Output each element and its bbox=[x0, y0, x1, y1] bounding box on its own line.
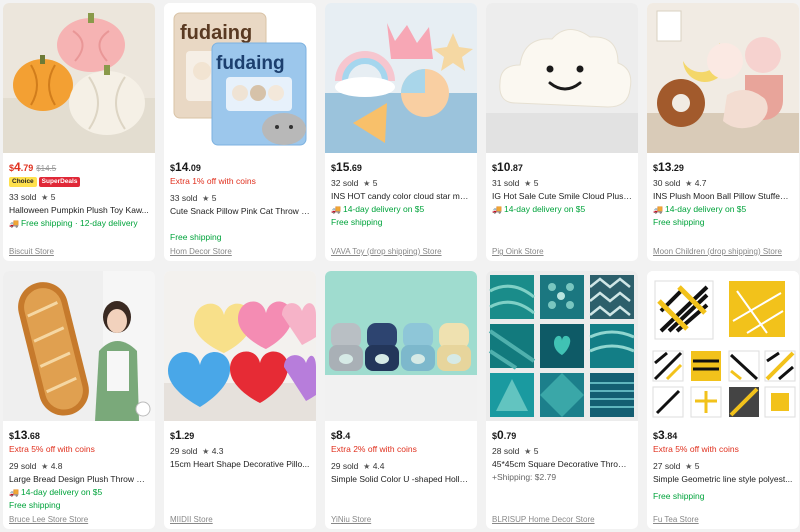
sold-rating: 32 sold ★ 5 bbox=[331, 178, 378, 188]
product-card[interactable]: $4.79 $14.5 Choice SuperDeals 33 sold ★ 5 … bbox=[3, 3, 155, 261]
coins-promo: Extra 1% off with coins bbox=[170, 176, 256, 186]
sold-rating: 27 sold ★ 5 bbox=[653, 461, 700, 471]
svg-text:fudaing: fudaing bbox=[180, 22, 252, 44]
product-title[interactable]: IG Hot Sale Cute Smile Cloud Plush ... bbox=[492, 190, 632, 203]
product-image[interactable] bbox=[325, 3, 477, 153]
shipping-info: 🚚 14-day delivery on $5 bbox=[653, 204, 747, 214]
star-icon: ★ bbox=[685, 179, 693, 188]
shipping-info: 🚚 14-day delivery on $5 bbox=[492, 204, 586, 214]
product-title[interactable]: 15cm Heart Shape Decorative Pillo... bbox=[170, 458, 310, 471]
price: $10.87 bbox=[492, 160, 523, 174]
product-card[interactable]: $3.84 Extra 5% off with coins 27 sold ★ … bbox=[647, 271, 799, 529]
product-title[interactable]: Halloween Pumpkin Plush Toy Kaw... bbox=[9, 204, 149, 217]
sold-rating: 30 sold ★ 4.7 bbox=[653, 178, 707, 188]
price: $4.79 $14.5 bbox=[9, 160, 57, 174]
price: $15.69 bbox=[331, 160, 362, 174]
product-card[interactable]: $1.29 29 sold ★ 4.3 15cm Heart Shape Dec… bbox=[164, 271, 316, 529]
product-card[interactable]: $8.4 Extra 2% off with coins 29 sold ★ 4… bbox=[325, 271, 477, 529]
star-icon: ★ bbox=[524, 447, 532, 456]
store-link[interactable]: Pig Oink Store bbox=[492, 247, 632, 256]
sold-rating: 29 sold ★ 4.8 bbox=[9, 461, 63, 471]
sold-rating: 29 sold ★ 4.4 bbox=[331, 461, 385, 471]
product-image[interactable] bbox=[3, 271, 155, 421]
svg-text:fudaing: fudaing bbox=[216, 53, 285, 74]
coins-promo: Extra 2% off with coins bbox=[331, 444, 417, 454]
product-title[interactable]: Simple Geometric line style polyest... bbox=[653, 473, 793, 486]
price: $13.29 bbox=[653, 160, 684, 174]
sold-rating: 29 sold ★ 4.3 bbox=[170, 446, 224, 456]
product-card[interactable]: $13.29 30 sold ★ 4.7 INS Plush Moon Ball… bbox=[647, 3, 799, 261]
truck-icon: 🚚 bbox=[331, 205, 341, 214]
store-link[interactable]: VAVA Toy (drop shipping) Store bbox=[331, 247, 471, 256]
badge-row: Choice SuperDeals bbox=[9, 177, 149, 189]
star-icon: ★ bbox=[202, 447, 210, 456]
product-image[interactable] bbox=[325, 271, 477, 421]
product-card[interactable]: $13.68 Extra 5% off with coins 29 sold ★… bbox=[3, 271, 155, 529]
free-shipping: Free shipping bbox=[9, 500, 61, 510]
free-shipping: Free shipping bbox=[653, 491, 705, 501]
shipping-info: 🚚 14-day delivery on $5 bbox=[9, 487, 103, 497]
product-title[interactable]: INS HOT candy color cloud star mo... bbox=[331, 190, 471, 203]
product-title[interactable]: INS Plush Moon Ball Pillow Stuffed ... bbox=[653, 190, 793, 203]
star-icon: ★ bbox=[524, 179, 532, 188]
product-title[interactable]: 45*45cm Square Decorative Throw-... bbox=[492, 458, 632, 471]
price: $8.4 bbox=[331, 428, 351, 442]
sold-rating: 28 sold ★ 5 bbox=[492, 446, 539, 456]
coins-promo: Extra 5% off with coins bbox=[9, 444, 95, 454]
shipping-info: 🚚 14-day delivery on $5 bbox=[331, 204, 425, 214]
star-icon: ★ bbox=[363, 462, 371, 471]
product-card[interactable]: $10.87 31 sold ★ 5 IG Hot Sale Cute Smil… bbox=[486, 3, 638, 261]
truck-icon: 🚚 bbox=[492, 205, 502, 214]
product-image[interactable] bbox=[164, 271, 316, 421]
store-link[interactable]: BLRISUP Home Decor Store bbox=[492, 515, 632, 524]
shipping-info: Free shipping bbox=[170, 232, 222, 242]
sold-rating: 33 sold ★ 5 bbox=[170, 193, 217, 203]
store-link[interactable]: Bruce Lee Store Store bbox=[9, 515, 149, 524]
choice-badge: Choice bbox=[9, 177, 37, 187]
truck-icon: 🚚 bbox=[653, 205, 663, 214]
store-link[interactable]: Hom Decor Store bbox=[170, 247, 310, 256]
truck-icon: 🚚 bbox=[9, 219, 19, 228]
free-shipping: Free shipping bbox=[331, 217, 383, 227]
star-icon: ★ bbox=[685, 462, 693, 471]
original-price: $14.5 bbox=[36, 164, 57, 173]
product-image[interactable] bbox=[647, 3, 799, 153]
store-link[interactable]: Biscuit Store bbox=[9, 247, 149, 256]
coins-promo: Extra 5% off with coins bbox=[653, 444, 739, 454]
store-link[interactable]: Fu Tea Store bbox=[653, 515, 793, 524]
superdeals-badge: SuperDeals bbox=[38, 177, 81, 187]
star-icon: ★ bbox=[41, 193, 49, 202]
sold-rating: 31 sold ★ 5 bbox=[492, 178, 539, 188]
product-card[interactable]: $0.79 28 sold ★ 5 45*45cm Square Decorat… bbox=[486, 271, 638, 529]
product-title[interactable]: Cute Snack Pillow Pink Cat Throw P... bbox=[170, 205, 310, 218]
price: $14.09 bbox=[170, 160, 201, 174]
product-image[interactable] bbox=[647, 271, 799, 421]
price: $0.79 bbox=[492, 428, 517, 442]
product-image[interactable] bbox=[486, 271, 638, 421]
sold-rating: 33 sold ★ 5 bbox=[9, 192, 56, 202]
store-link[interactable]: MIIDII Store bbox=[170, 515, 310, 524]
price: $13.68 bbox=[9, 428, 40, 442]
store-link[interactable]: Moon Children (drop shipping) Store bbox=[653, 247, 793, 256]
shipping-cost: +Shipping: $2.79 bbox=[492, 472, 557, 482]
price: $1.29 bbox=[170, 428, 195, 442]
product-card[interactable]: $15.69 32 sold ★ 5 INS HOT candy color c… bbox=[325, 3, 477, 261]
star-icon: ★ bbox=[363, 179, 371, 188]
product-image[interactable] bbox=[486, 3, 638, 153]
truck-icon: 🚚 bbox=[9, 488, 19, 497]
price: $3.84 bbox=[653, 428, 678, 442]
product-title[interactable]: Simple Solid Color U -shaped Hollo... bbox=[331, 473, 471, 486]
product-image[interactable] bbox=[3, 3, 155, 153]
star-icon: ★ bbox=[41, 462, 49, 471]
product-grid: $4.79 $14.5 Choice SuperDeals 33 sold ★ 5 … bbox=[0, 0, 800, 532]
product-card[interactable]: fudaing fudaing $14.09 Extra 1% off with… bbox=[164, 3, 316, 261]
star-icon: ★ bbox=[202, 194, 210, 203]
shipping-info: 🚚 Free shipping · 12-day delivery bbox=[9, 218, 138, 228]
store-link[interactable]: YiNiu Store bbox=[331, 515, 471, 524]
product-image[interactable]: fudaing fudaing bbox=[164, 3, 316, 153]
free-shipping: Free shipping bbox=[653, 217, 705, 227]
product-title[interactable]: Large Bread Design Plush Throw C... bbox=[9, 473, 149, 486]
